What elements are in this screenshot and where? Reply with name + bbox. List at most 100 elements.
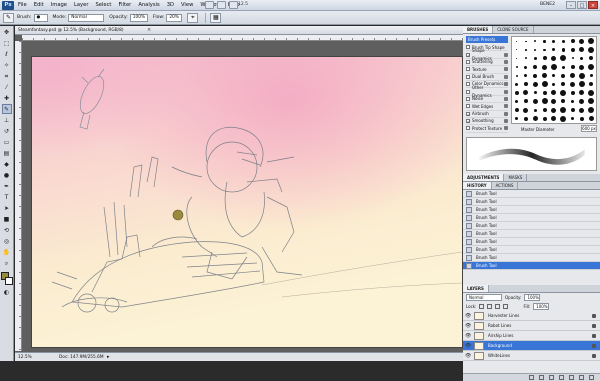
layer-row[interactable]: 👁 Background	[463, 341, 600, 351]
add-mask-icon[interactable]	[549, 375, 554, 380]
lock-icon[interactable]	[504, 67, 508, 72]
brush-tip-preset[interactable]	[541, 98, 548, 105]
brush-tip-preset[interactable]	[515, 66, 518, 69]
brush-tip-preset[interactable]	[570, 39, 575, 44]
history-brush-tool-icon[interactable]: ↺	[2, 126, 12, 136]
lock-all-icon[interactable]	[503, 304, 509, 309]
brush-tool-icon[interactable]: ✎	[1, 104, 12, 114]
brush-tip-preset[interactable]	[550, 64, 557, 71]
layer-style-icon[interactable]	[539, 375, 544, 380]
zoom-tool-icon[interactable]: ⌕	[2, 258, 12, 268]
quick-mask-icon[interactable]: ◐	[2, 287, 12, 297]
brush-tip-preset[interactable]	[579, 98, 585, 104]
fill-field[interactable]: 100%	[533, 303, 550, 310]
menu-3d[interactable]: 3D	[167, 0, 174, 11]
tab-layers[interactable]: LAYERS	[463, 285, 489, 292]
brush-tip-preset[interactable]	[542, 56, 547, 61]
menu-image[interactable]: Image	[51, 0, 67, 11]
brush-tip-preset[interactable]	[561, 82, 566, 87]
brush-tip-preset[interactable]	[532, 98, 538, 104]
brush-tip-preset[interactable]	[579, 90, 585, 96]
delete-layer-icon[interactable]	[589, 375, 594, 380]
history-state[interactable]: Brush Tool	[463, 230, 600, 238]
airbrush-toggle-icon[interactable]: ⌖	[187, 12, 199, 23]
new-layer-icon[interactable]	[579, 375, 584, 380]
brush-option-checkbox[interactable]	[466, 89, 470, 94]
lock-icon[interactable]	[504, 126, 508, 131]
brush-tip-preset[interactable]	[588, 107, 595, 114]
brush-option-checkbox[interactable]	[466, 59, 470, 64]
brush-presets-button[interactable]: Brush Presets	[466, 36, 508, 43]
lock-transparent-icon[interactable]	[479, 304, 485, 309]
link-layers-icon[interactable]	[529, 375, 534, 380]
brush-tip-preset[interactable]	[514, 108, 519, 113]
brush-tip-preset[interactable]	[523, 99, 528, 104]
brush-picker[interactable]: ●	[33, 13, 48, 22]
brush-tip-preset[interactable]	[525, 40, 527, 43]
brush-tip-preset[interactable]	[543, 48, 546, 52]
menu-layer[interactable]: Layer	[74, 0, 88, 11]
brush-tip-preset[interactable]	[588, 64, 595, 71]
brush-tip-preset[interactable]	[533, 56, 537, 60]
brush-tip-preset[interactable]	[578, 72, 585, 79]
brush-tip-preset[interactable]	[532, 116, 538, 122]
brush-tip-preset[interactable]	[534, 40, 537, 43]
history-state[interactable]: Brush Tool	[463, 190, 600, 198]
brush-option-checkbox[interactable]	[466, 104, 470, 109]
brush-tip-preset[interactable]	[533, 65, 538, 70]
crop-tool-icon[interactable]: ⌗	[2, 71, 12, 81]
document-tab[interactable]: Steamfantasy.psd @ 12.5% (Background, RG…	[15, 26, 463, 35]
menu-edit[interactable]: Edit	[34, 0, 44, 11]
brush-tip-preset[interactable]	[552, 39, 556, 43]
lock-icon[interactable]	[504, 59, 508, 64]
brush-option-checkbox[interactable]	[466, 126, 470, 131]
brush-tip-preset[interactable]	[515, 74, 518, 77]
brush-tip-preset[interactable]	[588, 116, 594, 122]
hand-tool-icon[interactable]: ✋	[2, 247, 12, 257]
brush-tip-preset[interactable]	[579, 116, 584, 121]
history-state[interactable]: Brush Tool	[463, 238, 600, 246]
brush-tip-preset[interactable]	[524, 57, 527, 60]
brush-option-checkbox[interactable]	[466, 74, 470, 79]
bridge-icon[interactable]	[205, 1, 214, 9]
brush-tip-preset[interactable]	[551, 98, 557, 104]
tab-adjustments[interactable]: ADJUSTMENTS	[463, 174, 505, 181]
brush-tip-preset[interactable]	[571, 117, 575, 121]
3d-orbit-tool-icon[interactable]: ◎	[2, 236, 12, 246]
brush-tip-preset[interactable]	[588, 38, 595, 45]
marquee-tool-icon[interactable]: ⬚	[2, 38, 12, 48]
brush-tip-preset[interactable]	[570, 108, 575, 113]
brush-tip-preset[interactable]	[514, 90, 519, 95]
tab-history[interactable]: HISTORY	[463, 182, 492, 189]
brush-tip-preset[interactable]	[560, 89, 567, 96]
tab-clone-source[interactable]: CLONE SOURCE	[493, 26, 534, 33]
brush-tip-preset[interactable]	[561, 73, 566, 78]
brush-tip-preset[interactable]	[552, 74, 556, 78]
brush-tip-preset[interactable]	[570, 81, 576, 87]
brush-tip-preset[interactable]	[533, 91, 537, 95]
brush-tip-preset[interactable]	[560, 55, 567, 62]
layer-opacity-field[interactable]: 100%	[524, 294, 541, 301]
mini-bridge-icon[interactable]	[217, 1, 226, 9]
brush-tip-preset[interactable]	[542, 116, 547, 121]
pen-tool-icon[interactable]: ✒	[2, 181, 12, 191]
brush-tip-preset[interactable]	[515, 82, 519, 86]
menu-view[interactable]: View	[181, 0, 193, 11]
brush-tip-preset[interactable]	[571, 99, 575, 103]
lock-icon[interactable]	[504, 111, 508, 116]
document-close-icon[interactable]: ×	[147, 27, 151, 33]
tool-preset-picker[interactable]: ✎	[3, 12, 14, 23]
brush-tip-preset[interactable]	[523, 116, 528, 121]
brush-tip-preset[interactable]	[579, 38, 585, 44]
brush-tip-preset[interactable]	[560, 107, 567, 114]
status-zoom[interactable]: 12.5%	[18, 354, 32, 361]
brush-tip-preset[interactable]	[533, 73, 538, 78]
vertical-ruler[interactable]	[15, 41, 22, 351]
brush-tip-preset[interactable]	[533, 108, 537, 112]
brush-tip-preset[interactable]	[552, 48, 556, 52]
flow-field[interactable]: 20%	[166, 13, 183, 22]
brush-tip-preset[interactable]	[570, 47, 575, 52]
lock-icon[interactable]	[504, 104, 508, 109]
brush-tip-preset[interactable]	[561, 39, 566, 44]
brush-tip-preset[interactable]	[541, 81, 548, 88]
